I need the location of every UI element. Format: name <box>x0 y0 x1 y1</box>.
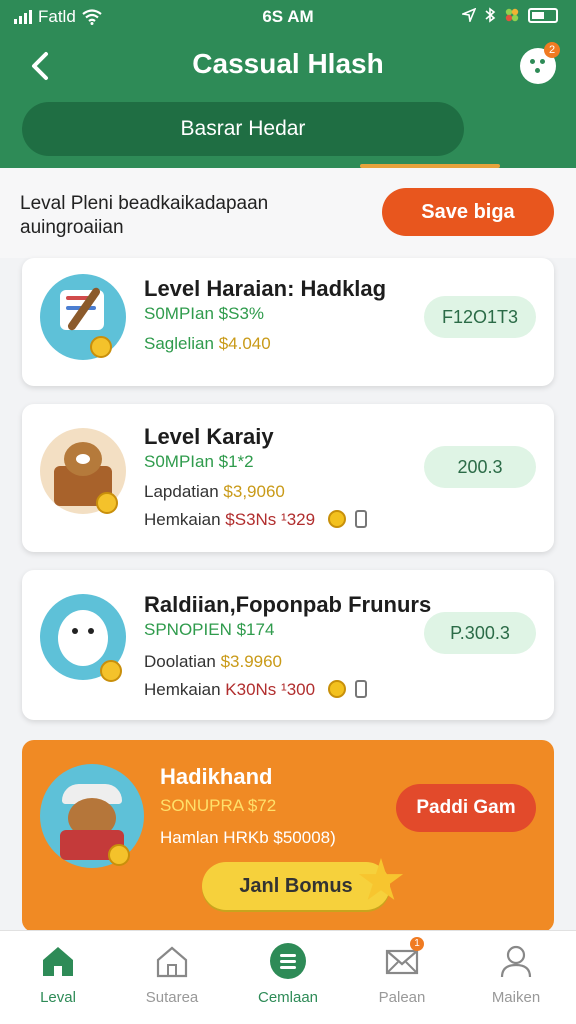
notification-badge: 2 <box>544 42 560 58</box>
card-reward-label: Hemkaian <box>144 510 221 529</box>
card-detail-label: Saglelian <box>144 334 214 353</box>
card-title: Raldiian,Foponpab Frunurs <box>144 592 432 617</box>
card-thumbnail <box>40 428 126 514</box>
level-card[interactable]: Level Karaiy S0MPIan $1*2 Lapdatian $3,9… <box>22 404 554 552</box>
notification-badge: 1 <box>410 937 424 951</box>
card-detail: Saglelian $4.040 <box>144 334 271 354</box>
card-detail-value: $3,9060 <box>223 482 285 501</box>
location-icon <box>462 8 476 22</box>
card-subtitle: S0MPIan $1*2 <box>144 452 254 471</box>
status-bar: Fatld 6S AM <box>0 0 576 34</box>
tab-leval[interactable]: Leval <box>8 943 108 1006</box>
bottom-tab-bar: Leval Sutarea Cemlaan 1 Palean Maiken <box>0 930 576 1024</box>
user-icon <box>498 943 534 979</box>
price-button[interactable]: P.300.3 <box>424 612 536 654</box>
price-button[interactable]: 200.3 <box>424 446 536 488</box>
card-reward-value: $S3Ns ¹329 <box>225 510 316 529</box>
profile-button[interactable]: 2 <box>520 42 560 84</box>
card-title: Hadikhand <box>160 764 273 789</box>
bonus-button[interactable]: Janl Bomus <box>202 862 390 910</box>
intro-text: Leval Pleni beadkaikadapaan auingroaiian <box>20 193 269 238</box>
card-reward: Hemkaian $S3Ns ¹329 <box>144 510 367 530</box>
tab-sutarea[interactable]: Sutarea <box>122 943 222 1006</box>
card-reward-value: K30Ns ¹300 <box>225 680 316 699</box>
page-title: Cassual Hlash <box>192 48 384 79</box>
battery-icon <box>528 7 558 23</box>
featured-card[interactable]: Hadikhand SONUPRA $72 Hamlan HRKb $50008… <box>22 740 554 932</box>
card-thumbnail <box>40 764 144 868</box>
tab-label: Sutarea <box>145 989 199 1006</box>
card-thumbnail <box>40 594 126 682</box>
card-detail: Lapdatian $3,9060 <box>144 482 285 502</box>
home-icon <box>40 943 76 979</box>
search-pill[interactable]: Basrar Hedar <box>22 102 464 156</box>
card-detail-label: Doolatian <box>144 652 216 671</box>
card-subtitle: SONUPRA $72 <box>160 796 277 815</box>
card-detail: Hamlan HRKb $50008) <box>160 828 336 847</box>
bluetooth-icon <box>485 7 496 23</box>
card-reward: Hemkaian K30Ns ¹300 <box>144 680 367 700</box>
card-icon <box>354 510 367 528</box>
card-detail-value: $3.9960 <box>220 652 283 671</box>
tab-label: Maiken <box>491 989 541 1006</box>
app-header: Fatld 6S AM Cassual Hlash 2 Basrar Hedar <box>0 0 576 168</box>
coin-icon <box>327 510 346 528</box>
tab-maiken[interactable]: Maiken <box>466 943 566 1006</box>
card-thumbnail <box>40 274 126 360</box>
level-card[interactable]: Raldiian,Foponpab Frunurs SPNOPIEN $174 … <box>22 570 554 720</box>
list-circle-icon <box>270 943 306 979</box>
card-detail: Doolatian $3.9960 <box>144 652 282 672</box>
save-button[interactable]: Save biga <box>382 188 554 236</box>
card-detail-value: $4.040 <box>218 334 271 353</box>
card-detail-label: Lapdatian <box>144 482 219 501</box>
price-button[interactable]: F12O1T3 <box>424 296 536 338</box>
tab-cemlaan[interactable]: Cemlaan <box>238 943 338 1006</box>
card-title: Level Karaiy <box>144 424 274 449</box>
card-subtitle: S0MPIan $S3% <box>144 304 265 323</box>
card-subtitle: SPNOPIEN $174 <box>144 620 275 639</box>
paddi-button[interactable]: Paddi Gam <box>396 784 536 832</box>
tab-palean[interactable]: 1 Palean <box>352 937 452 1006</box>
clover-icon <box>505 8 519 22</box>
tab-label: Cemlaan <box>257 989 319 1006</box>
level-card[interactable]: Level Haraian: Hadklag S0MPIan $S3% Sagl… <box>22 258 554 386</box>
card-icon <box>354 680 367 698</box>
house-outline-icon <box>154 943 190 979</box>
tab-label: Palean <box>378 989 426 1006</box>
card-reward-label: Hemkaian <box>144 680 221 699</box>
tab-label: Leval <box>40 989 76 1006</box>
coin-icon <box>327 680 346 698</box>
card-title: Level Haraian: Hadklag <box>144 276 387 301</box>
mail-icon: 1 <box>384 937 424 979</box>
